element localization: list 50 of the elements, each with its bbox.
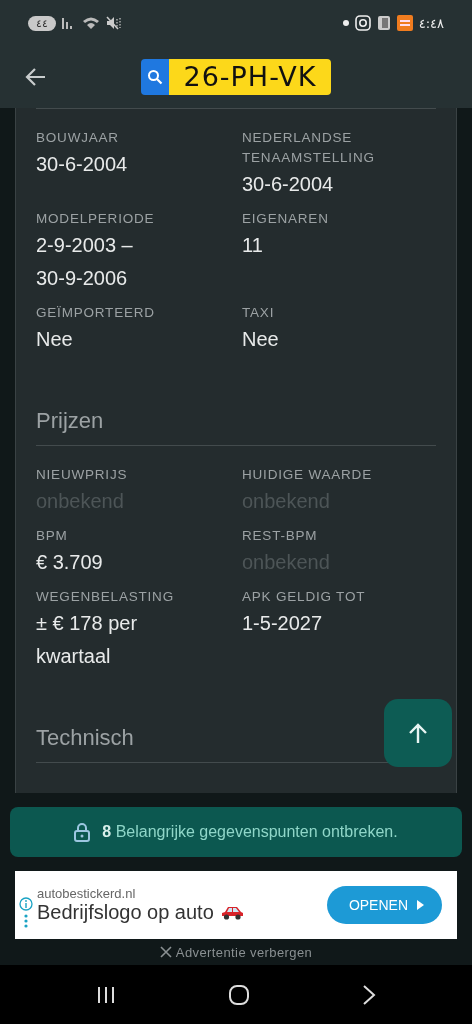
field-value: Nee (242, 327, 280, 352)
field-value: Nee (36, 327, 74, 352)
missing-data-banner[interactable]: 8 Belangrijke gegevenspunten ontbreken. (10, 807, 462, 857)
field-label: BPM (36, 527, 69, 545)
app-icon (376, 15, 391, 31)
field-value: 1-5-2027 (242, 611, 324, 636)
field-label: WEGENBELASTING (36, 588, 175, 606)
dot-icon (342, 20, 349, 26)
search-icon (147, 69, 164, 85)
clock: ٤:٤٨ (418, 15, 444, 31)
field-label: NIEUWPRIJS (36, 466, 129, 484)
field-label: REST-BPM (242, 527, 319, 545)
app-icon (396, 15, 413, 31)
battery-indicator: ٤٤ (28, 15, 56, 31)
ad-headline: Bedrijfslogo op auto (37, 901, 214, 924)
field-label: HUIDIGE WAARDE (242, 466, 373, 484)
recent-apps-icon[interactable] (96, 985, 116, 1004)
field-label: NEDERLANDSE TENAAMSTELLING (242, 129, 376, 167)
info-icon[interactable] (19, 896, 33, 911)
notice-text: 8 Belangrijke gegevenspunten ontbreken. (102, 823, 398, 841)
field-value: 30-6-2004 (242, 172, 335, 197)
back-arrow-icon[interactable] (24, 67, 46, 87)
field-label: BOUWJAAR (36, 129, 120, 147)
field-value: 11 (242, 233, 264, 258)
field-label: APK GELDIG TOT (242, 588, 367, 606)
field-value: € 3.709 (36, 550, 104, 575)
field-value: ± € 178 per kwartaal (36, 611, 139, 669)
hide-ad-link[interactable]: Advertentie verbergen (175, 944, 313, 960)
home-icon[interactable] (228, 983, 250, 1006)
more-icon[interactable] (24, 913, 28, 928)
section-title: Prijzen (36, 407, 104, 435)
camera-icon (354, 15, 371, 31)
field-label: TAXI (242, 304, 276, 322)
scroll-to-top-button[interactable] (384, 699, 452, 767)
field-label: GEÏMPORTEERD (36, 304, 156, 322)
ad-domain: autobestickerd.nl (37, 886, 137, 901)
car-icon (219, 904, 244, 921)
chevron-right-icon[interactable] (362, 984, 376, 1005)
section-title: Technisch (36, 724, 134, 752)
play-icon (417, 900, 424, 910)
close-icon[interactable] (159, 946, 172, 958)
lock-icon (74, 822, 91, 842)
field-value: 2-9-2003 – 30-9-2006 (36, 233, 134, 291)
wifi-icon (81, 16, 100, 30)
field-value: 30-6-2004 (36, 152, 129, 177)
mute-icon (105, 16, 122, 30)
ad-banner[interactable]: autobestickerd.nl Bedrijfslogo op auto OPENEN (15, 871, 457, 939)
arrow-up-icon (407, 722, 429, 744)
field-label: MODELPERIODE (36, 210, 156, 228)
field-label: EIGENAREN (242, 210, 330, 228)
